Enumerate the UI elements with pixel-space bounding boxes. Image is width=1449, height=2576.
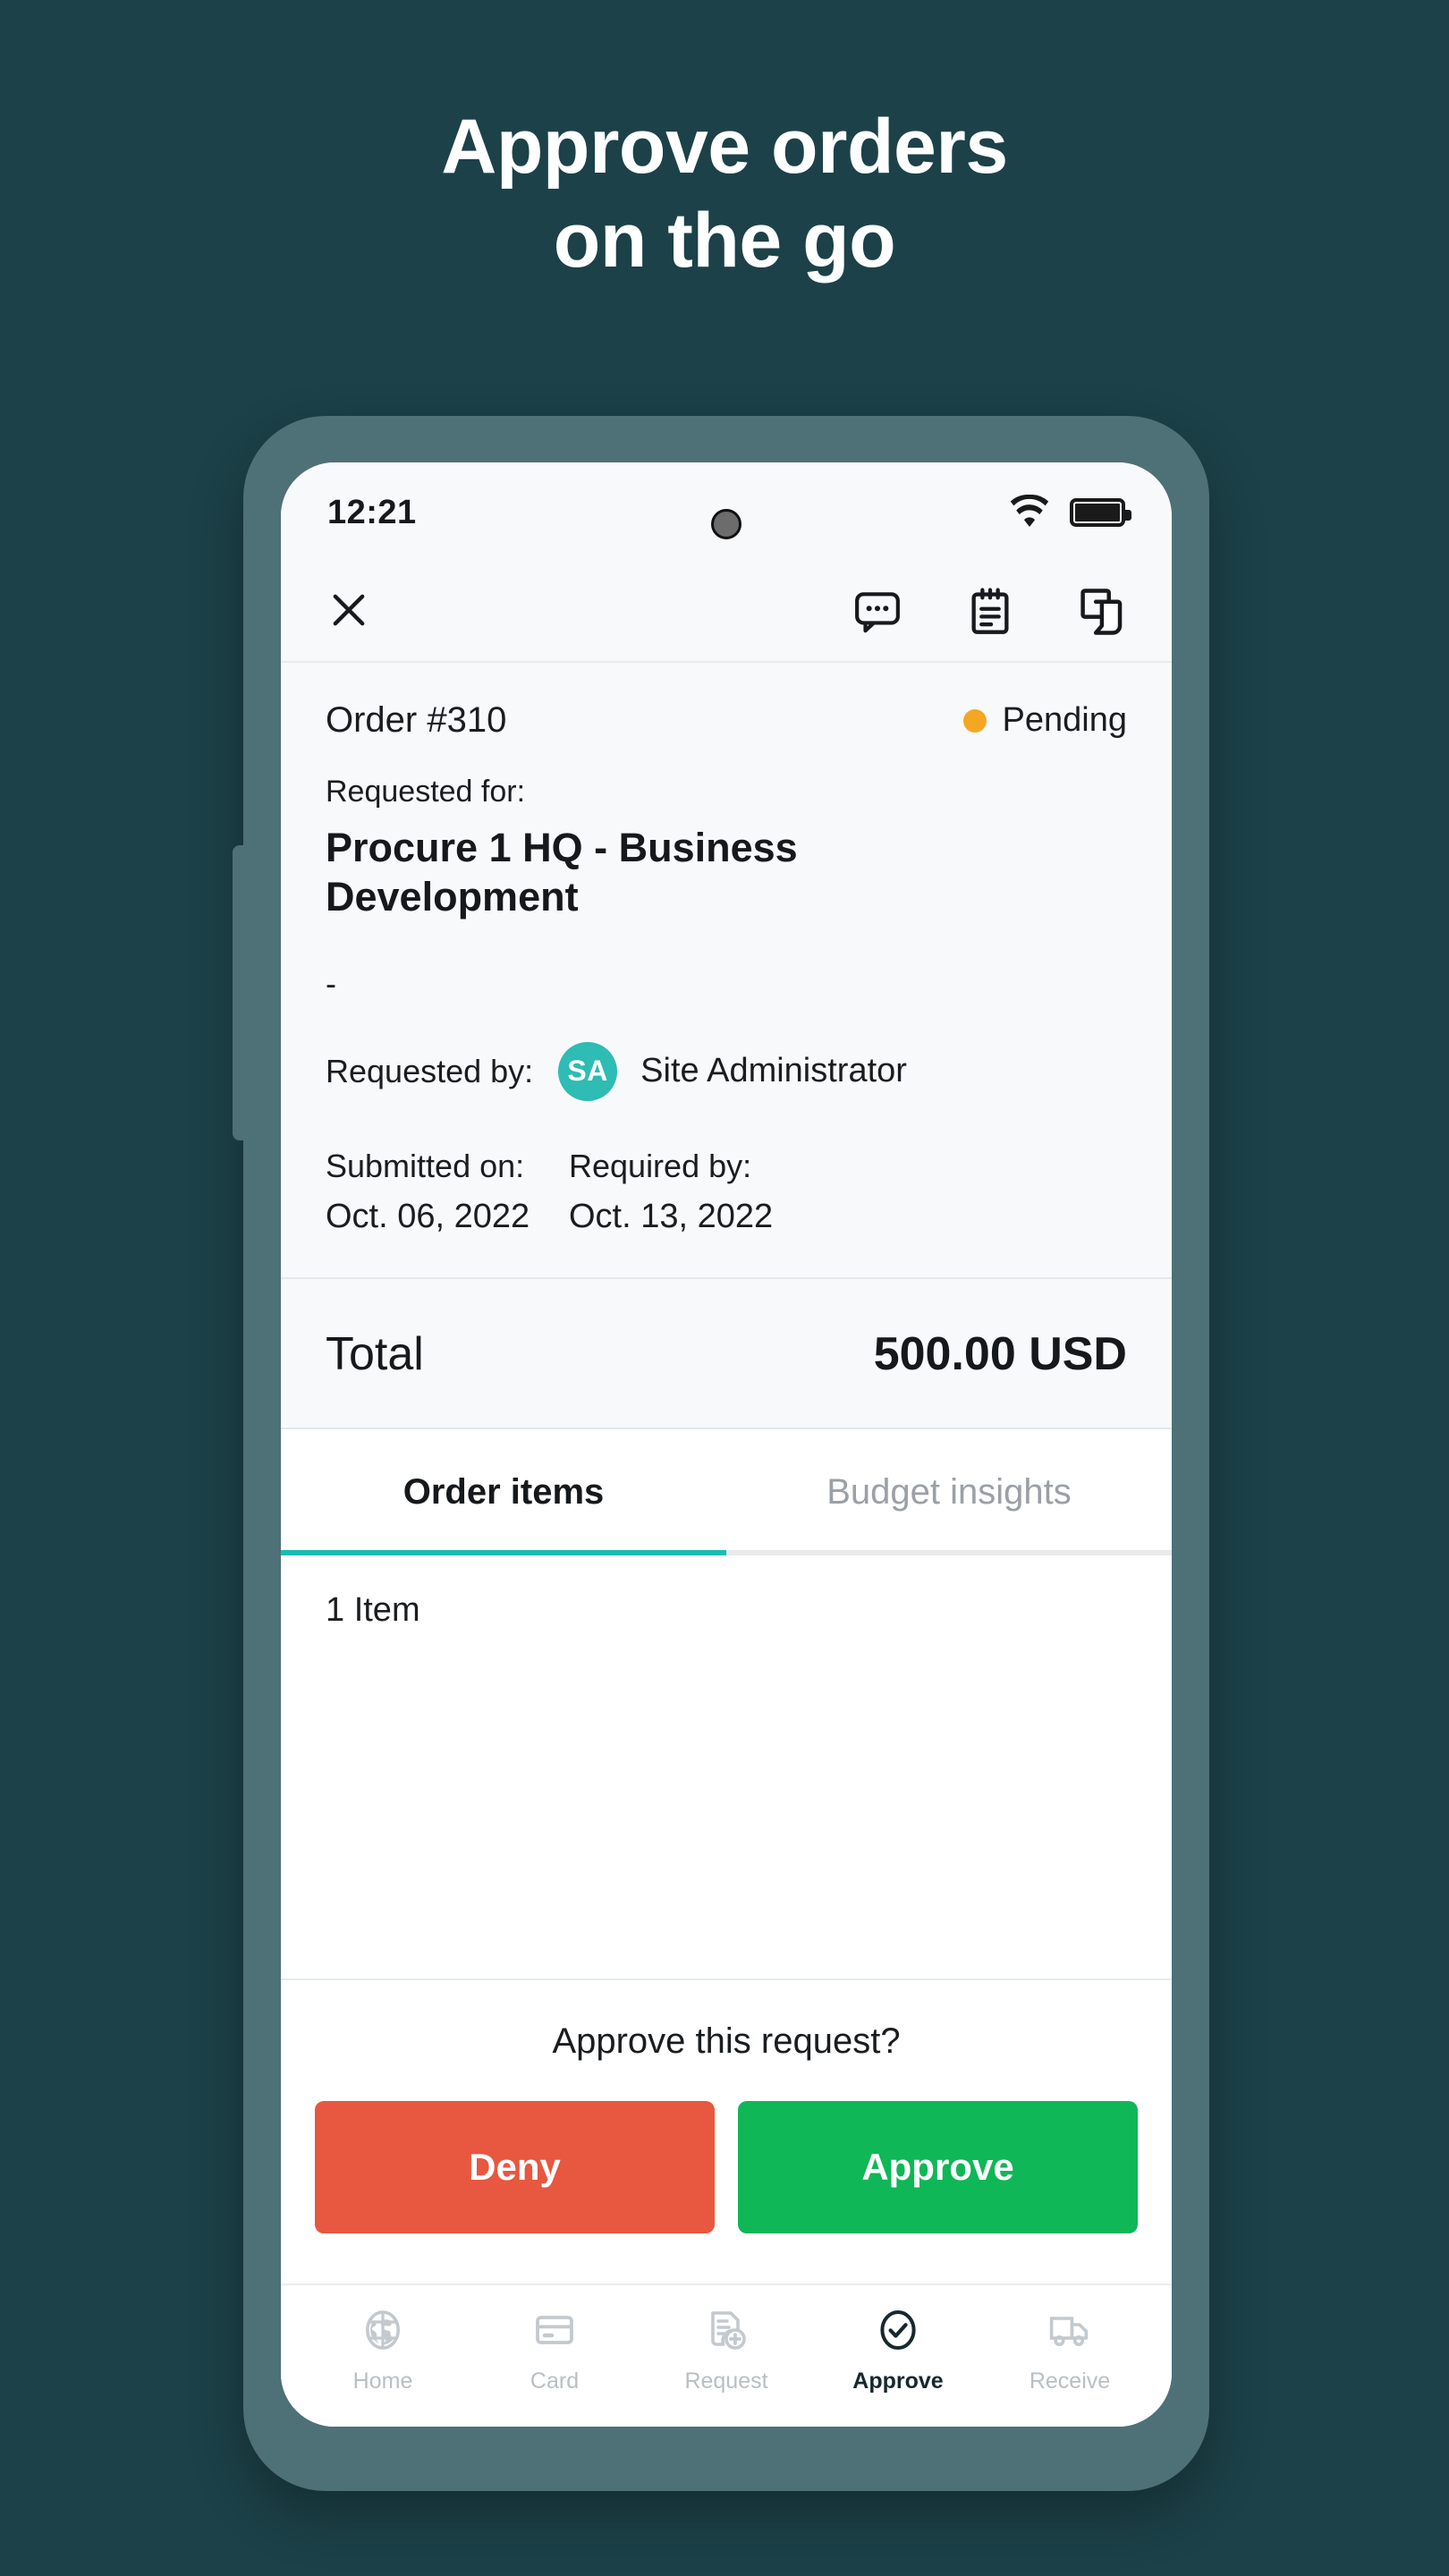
requested-by-label: Requested by: xyxy=(326,1052,534,1089)
page-title: Approve orders on the go xyxy=(0,100,1449,288)
nav-label-receive: Receive xyxy=(1029,2368,1111,2394)
wifi-icon xyxy=(1009,494,1050,531)
item-count-label: 1 Item xyxy=(281,1555,1172,1630)
status-badge: Pending xyxy=(962,701,1127,740)
copy-document-icon[interactable] xyxy=(1079,587,1127,637)
required-by-label: Required by: xyxy=(569,1147,752,1184)
status-label: Pending xyxy=(1002,701,1127,739)
globe-icon xyxy=(361,2309,404,2356)
approve-button[interactable]: Approve xyxy=(738,2101,1138,2233)
order-id: Order #310 xyxy=(326,700,507,740)
nav-label-card: Card xyxy=(530,2368,580,2394)
submitted-on-column: Submitted on: Oct. 06, 2022 xyxy=(326,1148,569,1236)
nav-item-request[interactable]: Request xyxy=(640,2309,812,2394)
requester-name: Site Administrator xyxy=(640,1052,907,1090)
status-bar-time: 12:21 xyxy=(327,493,417,531)
order-details: Order #310 Pending Requested for: Procur… xyxy=(281,663,1172,1277)
requested-by-row: Requested by: SA Site Administrator xyxy=(326,1041,1127,1101)
credit-card-icon xyxy=(533,2309,576,2356)
nav-label-home: Home xyxy=(352,2368,413,2394)
tab-order-items[interactable]: Order items xyxy=(281,1429,726,1555)
requested-for-label: Requested for: xyxy=(326,775,526,809)
battery-full-icon xyxy=(1070,498,1131,527)
requested-for-value: Procure 1 HQ - Business Development xyxy=(326,825,798,919)
tab-budget-insights[interactable]: Budget insights xyxy=(726,1429,1172,1555)
order-total-row: Total 500.00 USD xyxy=(281,1276,1172,1428)
notepad-icon[interactable] xyxy=(968,588,1013,636)
required-by-value: Oct. 13, 2022 xyxy=(569,1197,774,1235)
order-separator: - xyxy=(326,964,336,1002)
submitted-on-label: Submitted on: xyxy=(326,1147,525,1184)
avatar: SA xyxy=(558,1041,618,1101)
detail-tabs: Order items Budget insights xyxy=(281,1427,1172,1555)
comment-bubble-icon[interactable] xyxy=(853,589,902,634)
approve-button-row: Deny Approve xyxy=(281,2101,1172,2284)
nav-item-home[interactable]: Home xyxy=(297,2309,469,2394)
nav-item-receive[interactable]: Receive xyxy=(984,2309,1156,2394)
nav-item-card[interactable]: Card xyxy=(469,2309,640,2394)
nav-item-approve[interactable]: Approve xyxy=(812,2309,984,2394)
approve-action-panel: Approve this request? Deny Approve Home xyxy=(281,1979,1172,2427)
deny-button[interactable]: Deny xyxy=(315,2101,715,2233)
document-plus-icon xyxy=(705,2309,748,2356)
status-dot-icon xyxy=(962,708,987,733)
phone-side-button[interactable] xyxy=(233,845,249,1140)
phone-frame: 12:21 Order #310 Pending Requested for: … xyxy=(233,416,1209,2491)
required-by-column: Required by: Oct. 13, 2022 xyxy=(569,1148,773,1236)
close-icon[interactable] xyxy=(326,587,372,638)
bottom-navigation: Home Card Request Approve Receive xyxy=(281,2284,1172,2427)
total-value: 500.00 USD xyxy=(873,1327,1127,1380)
status-bar-indicators xyxy=(1009,494,1131,531)
nav-label-approve: Approve xyxy=(852,2368,944,2394)
status-bar: 12:21 xyxy=(281,462,1172,563)
approve-question: Approve this request? xyxy=(552,2021,901,2061)
check-circle-icon xyxy=(877,2309,919,2356)
nav-label-request: Request xyxy=(684,2368,768,2394)
truck-icon xyxy=(1048,2309,1091,2356)
headline-line-1: Approve orders xyxy=(441,104,1008,190)
promo-screenshot: Approve orders on the go 12:21 Order #31… xyxy=(0,0,1449,2576)
total-label: Total xyxy=(326,1327,424,1380)
camera-punch-hole-icon xyxy=(711,509,741,539)
app-toolbar xyxy=(281,563,1172,663)
submitted-on-value: Oct. 06, 2022 xyxy=(326,1197,530,1235)
order-dates-row: Submitted on: Oct. 06, 2022 Required by:… xyxy=(326,1148,1127,1277)
order-header-row: Order #310 Pending xyxy=(326,663,1127,741)
phone-screen: 12:21 Order #310 Pending Requested for: … xyxy=(281,462,1172,2427)
headline-line-2: on the go xyxy=(553,197,896,284)
